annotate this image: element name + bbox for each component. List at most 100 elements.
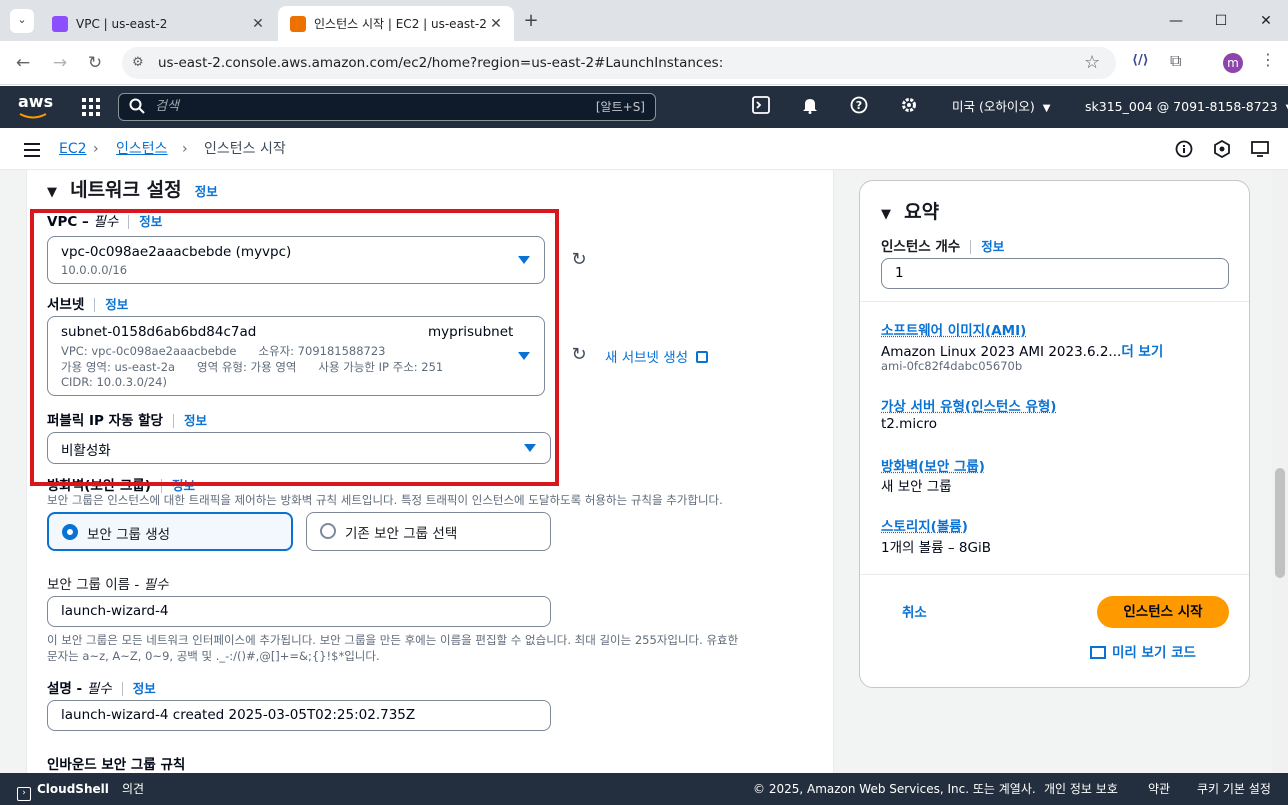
refresh-subnet-icon[interactable]: ↻ xyxy=(569,345,589,365)
reload-icon: ↻ xyxy=(87,53,103,73)
instance-count-label-text: 인스턴스 개수 xyxy=(881,239,961,255)
terms-link[interactable]: 약관 xyxy=(1148,773,1170,805)
ami-value: Amazon Linux 2023 AMI 2023.6.2...더 보기 xyxy=(881,340,1163,360)
reload-button[interactable]: ↻ xyxy=(83,51,107,75)
instance-count-info-link[interactable]: 정보 xyxy=(981,239,1004,254)
account-menu[interactable]: sk315_004 @ 7091-8158-8723 ▼ xyxy=(1085,86,1288,130)
external-link-icon xyxy=(696,351,709,363)
tab-ec2-launch[interactable]: 인스턴스 시작 | EC2 | us-east-2 ✕ xyxy=(278,6,514,41)
new-tab-button[interactable]: + xyxy=(520,10,542,32)
tab-search-button[interactable]: ⌄ xyxy=(10,9,34,33)
settings-gear-icon[interactable] xyxy=(898,96,920,118)
cloudshell-icon: › xyxy=(17,787,31,801)
minimize-button[interactable]: — xyxy=(1154,8,1198,34)
maximize-button[interactable]: ☐ xyxy=(1199,8,1243,34)
aws-logo[interactable]: aws xyxy=(18,92,53,120)
site-info-icon[interactable]: ⚙ xyxy=(132,55,144,70)
radio-existing-label: 기존 보안 그룹 선택 xyxy=(345,526,458,542)
caret-down-icon: ▼ xyxy=(881,207,891,222)
browser-toolbar: ← → ↻ ⚙ us-east-2.console.aws.amazon.com… xyxy=(0,41,1288,85)
firewall-summary-link[interactable]: 방화벽(보안 그룹) xyxy=(881,455,985,475)
ami-value-text: Amazon Linux 2023 AMI 2023.6.2... xyxy=(881,344,1122,360)
tab-title: VPC | us-east-2 xyxy=(76,16,168,31)
sg-name-label-text: 보안 그룹 이름 - xyxy=(47,577,144,593)
chevron-right-icon: › xyxy=(93,141,99,157)
cloudshell-button[interactable]: › CloudShell xyxy=(17,773,109,805)
close-window-button[interactable]: ✕ xyxy=(1244,8,1288,34)
hamburger-menu-icon[interactable] xyxy=(24,142,40,157)
radio-existing-security-group[interactable]: 기존 보안 그룹 선택 xyxy=(306,512,551,551)
sg-description-info-link[interactable]: 정보 xyxy=(133,681,156,696)
chevron-down-icon: ⌄ xyxy=(17,13,27,26)
cancel-button[interactable]: 취소 xyxy=(902,601,927,621)
cloudshell-icon[interactable] xyxy=(750,96,772,118)
address-bar[interactable]: ⚙ us-east-2.console.aws.amazon.com/ec2/h… xyxy=(122,47,1116,79)
instance-count-input[interactable]: 1 xyxy=(881,258,1229,289)
create-subnet-link[interactable]: 새 서브넷 생성 xyxy=(605,346,709,366)
bookmark-star-icon[interactable]: ☆ xyxy=(1084,52,1100,73)
console-footer: › CloudShell 의견 © 2025, Amazon Web Servic… xyxy=(0,773,1288,805)
url-text[interactable]: us-east-2.console.aws.amazon.com/ec2/hom… xyxy=(158,47,723,79)
storage-value: 1개의 볼륨 – 8GiB xyxy=(881,540,991,556)
section-info-link[interactable]: 정보 xyxy=(195,184,218,199)
help-icon[interactable]: ? xyxy=(848,96,870,118)
sg-name-description-1: 이 보안 그룹은 모든 네트워크 인터페이스에 추가됩니다. 보안 그룹을 만든… xyxy=(47,633,739,647)
required-marker: 필수 xyxy=(86,681,112,697)
back-button[interactable]: ← xyxy=(11,51,35,75)
services-grid-icon[interactable] xyxy=(82,98,100,116)
notifications-bell-icon[interactable] xyxy=(799,96,821,118)
breadcrumb-bar: EC2 › 인스턴스 › 인스턴스 시작 xyxy=(0,128,1288,170)
highlight-box xyxy=(30,209,559,486)
ami-link[interactable]: 소프트웨어 이미지(AMI) xyxy=(881,319,1026,339)
radio-create-security-group[interactable]: 보안 그룹 생성 xyxy=(47,512,293,551)
close-tab-icon[interactable]: ✕ xyxy=(486,16,506,32)
summary-title: 요약 xyxy=(904,201,940,223)
firewall-summary-value: 새 보안 그룹 xyxy=(881,479,952,495)
radio-selected-icon xyxy=(62,524,78,540)
summary-panel: ▼ 요약 인스턴스 개수 정보 1 소프트웨어 이미지(AMI) Amazon L… xyxy=(859,180,1250,688)
copyright-text: © 2025, Amazon Web Services, Inc. 또는 계열사… xyxy=(753,782,1036,796)
notifications-hex-icon[interactable] xyxy=(1213,139,1231,162)
profile-avatar[interactable]: m xyxy=(1223,53,1243,73)
cookie-preferences-link[interactable]: 쿠키 기본 설정 xyxy=(1197,773,1271,805)
search-icon xyxy=(129,98,145,114)
sg-description-label-text: 설명 - xyxy=(47,681,87,697)
tab-title: 인스턴스 시작 | EC2 | us-east-2 xyxy=(314,17,486,31)
info-circle-icon[interactable] xyxy=(1175,140,1193,162)
sg-description-value: launch-wizard-4 created 2025-03-05T02:25… xyxy=(61,707,416,723)
monitor-preview-icon[interactable] xyxy=(1251,140,1269,162)
refresh-vpc-icon[interactable]: ↻ xyxy=(569,250,589,270)
more-menu-icon[interactable]: ⋮ xyxy=(1260,50,1276,69)
ec2-favicon-icon xyxy=(290,15,306,32)
sg-description-input[interactable]: launch-wizard-4 created 2025-03-05T02:25… xyxy=(47,700,551,731)
aws-search-input[interactable]: 검색 [알트+S] xyxy=(118,93,656,121)
breadcrumb-ec2[interactable]: EC2 xyxy=(59,128,87,170)
close-tab-icon[interactable]: ✕ xyxy=(248,16,268,32)
divider xyxy=(860,574,1249,575)
radio-create-label: 보안 그룹 생성 xyxy=(87,527,171,543)
launch-instance-button[interactable]: 인스턴스 시작 xyxy=(1097,596,1229,628)
page-scrollbar-thumb[interactable] xyxy=(1275,468,1285,578)
region-selector[interactable]: 미국 (오하이오) ▼ xyxy=(952,86,1050,130)
breadcrumb-current: 인스턴스 시작 xyxy=(204,141,286,157)
firewall-description: 보안 그룹은 인스턴스에 대한 트래픽을 제어하는 방화벽 규칙 세트입니다. … xyxy=(47,493,723,507)
section-header[interactable]: ▼ 네트워크 설정 정보 xyxy=(47,175,218,202)
caret-down-icon: ▼ xyxy=(47,185,57,200)
sg-name-value: launch-wizard-4 xyxy=(61,603,169,619)
tab-vpc[interactable]: VPC | us-east-2 ✕ xyxy=(40,6,276,41)
arrow-left-icon: ← xyxy=(15,53,31,73)
extensions-puzzle-icon[interactable]: ⧉ xyxy=(1170,51,1181,71)
account-label: sk315_004 @ 7091-8158-8723 xyxy=(1085,99,1278,114)
preview-code-button[interactable]: 미리 보기 코드 xyxy=(1090,641,1196,661)
breadcrumb-instances[interactable]: 인스턴스 xyxy=(116,128,168,170)
ami-more-link[interactable]: 더 보기 xyxy=(1121,344,1163,360)
storage-link[interactable]: 스토리지(볼륨) xyxy=(881,515,968,535)
summary-header[interactable]: ▼ 요약 xyxy=(881,197,939,224)
privacy-link[interactable]: 개인 정보 보호 xyxy=(1044,773,1118,805)
sg-name-input[interactable]: launch-wizard-4 xyxy=(47,596,551,627)
aws-top-nav: aws 검색 [알트+S] ? 미국 (오하이오) ▼ sk315_004 @ … xyxy=(0,86,1288,128)
forward-button[interactable]: → xyxy=(48,51,72,75)
instance-type-link[interactable]: 가상 서버 유형(인스턴스 유형) xyxy=(881,395,1056,415)
extension-icon[interactable]: ⟨/⟩ xyxy=(1132,53,1149,68)
feedback-link[interactable]: 의견 xyxy=(122,773,144,805)
